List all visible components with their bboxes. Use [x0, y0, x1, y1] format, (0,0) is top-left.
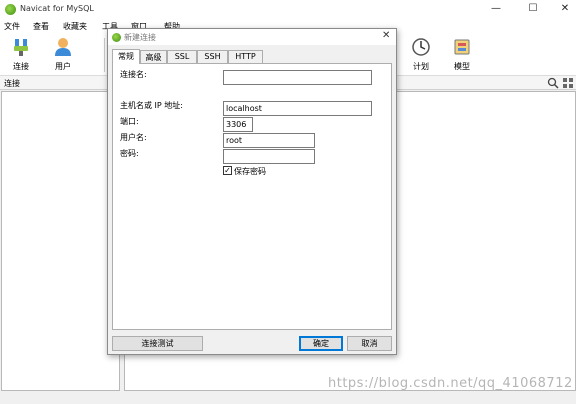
schedule-label: 计划 — [413, 62, 429, 71]
close-button[interactable]: ✕ — [554, 2, 576, 16]
tab-ssl[interactable]: SSL — [167, 50, 197, 63]
tab-advanced[interactable]: 高级 — [140, 50, 167, 63]
menu-favorites[interactable]: 收藏夹 — [63, 21, 87, 32]
app-title: Navicat for MySQL — [20, 4, 94, 13]
connection-name-label: 连接名: — [120, 70, 147, 79]
save-password-label: 保存密码 — [234, 167, 266, 176]
host-label: 主机名或 IP 地址: — [120, 101, 183, 110]
tab-ssh[interactable]: SSH — [197, 50, 228, 63]
connect-tool-button[interactable]: 连接 — [3, 37, 39, 73]
model-icon — [454, 39, 470, 55]
menu-file[interactable]: 文件 — [4, 21, 20, 32]
schedule-tool-button[interactable]: 计划 — [403, 37, 439, 73]
model-tool-button[interactable]: 模型 — [444, 37, 480, 73]
connection-name-input[interactable] — [223, 70, 372, 85]
tab-http[interactable]: HTTP — [228, 50, 263, 63]
connect-label: 连接 — [13, 62, 29, 71]
username-label: 用户名: — [120, 133, 147, 142]
watermark: https://blog.csdn.net/qq_41068712 — [328, 376, 573, 391]
dialog-logo-icon — [112, 33, 121, 42]
password-label: 密码: — [120, 149, 139, 158]
save-password-checkbox[interactable]: ✓ — [223, 166, 232, 175]
host-input[interactable]: localhost — [223, 101, 372, 116]
cancel-button[interactable]: 取消 — [347, 336, 392, 351]
ok-button[interactable]: 确定 — [299, 336, 343, 351]
minimize-button[interactable]: — — [485, 2, 507, 16]
dialog-title: 新建连接 — [124, 33, 156, 42]
test-connection-button[interactable]: 连接测试 — [112, 336, 203, 351]
user-tool-button[interactable]: 用户 — [45, 37, 81, 73]
dialog-close-icon[interactable]: ✕ — [382, 30, 390, 41]
port-input[interactable]: 3306 — [223, 117, 253, 132]
connections-header-label: 连接 — [4, 79, 20, 88]
user-icon — [55, 38, 71, 56]
maximize-button[interactable]: ☐ — [522, 2, 544, 16]
navicat-logo-icon — [5, 4, 16, 15]
schedule-icon — [412, 38, 430, 56]
tab-general[interactable]: 常规 — [112, 49, 140, 64]
toolbar-separator — [104, 38, 105, 72]
menu-view[interactable]: 查看 — [33, 21, 49, 32]
user-label: 用户 — [55, 62, 71, 71]
model-label: 模型 — [454, 62, 470, 71]
status-bar — [0, 392, 576, 404]
title-bar: Navicat for MySQL — ☐ ✕ — [0, 0, 576, 19]
new-connection-dialog: 新建连接 ✕ 常规 高级 SSL SSH HTTP 连接名: 主机名或 IP 地… — [107, 28, 397, 355]
search-icon[interactable] — [547, 77, 559, 89]
connections-tree-panel[interactable] — [1, 91, 120, 391]
dialog-title-bar[interactable]: 新建连接 ✕ — [108, 29, 396, 45]
connect-icon — [14, 39, 28, 56]
general-tab-panel: 连接名: 主机名或 IP 地址: localhost 端口: 3306 用户名:… — [112, 63, 392, 330]
username-input[interactable]: root — [223, 133, 315, 148]
password-input[interactable] — [223, 149, 315, 164]
port-label: 端口: — [120, 117, 139, 126]
grid-icon[interactable] — [562, 77, 574, 89]
